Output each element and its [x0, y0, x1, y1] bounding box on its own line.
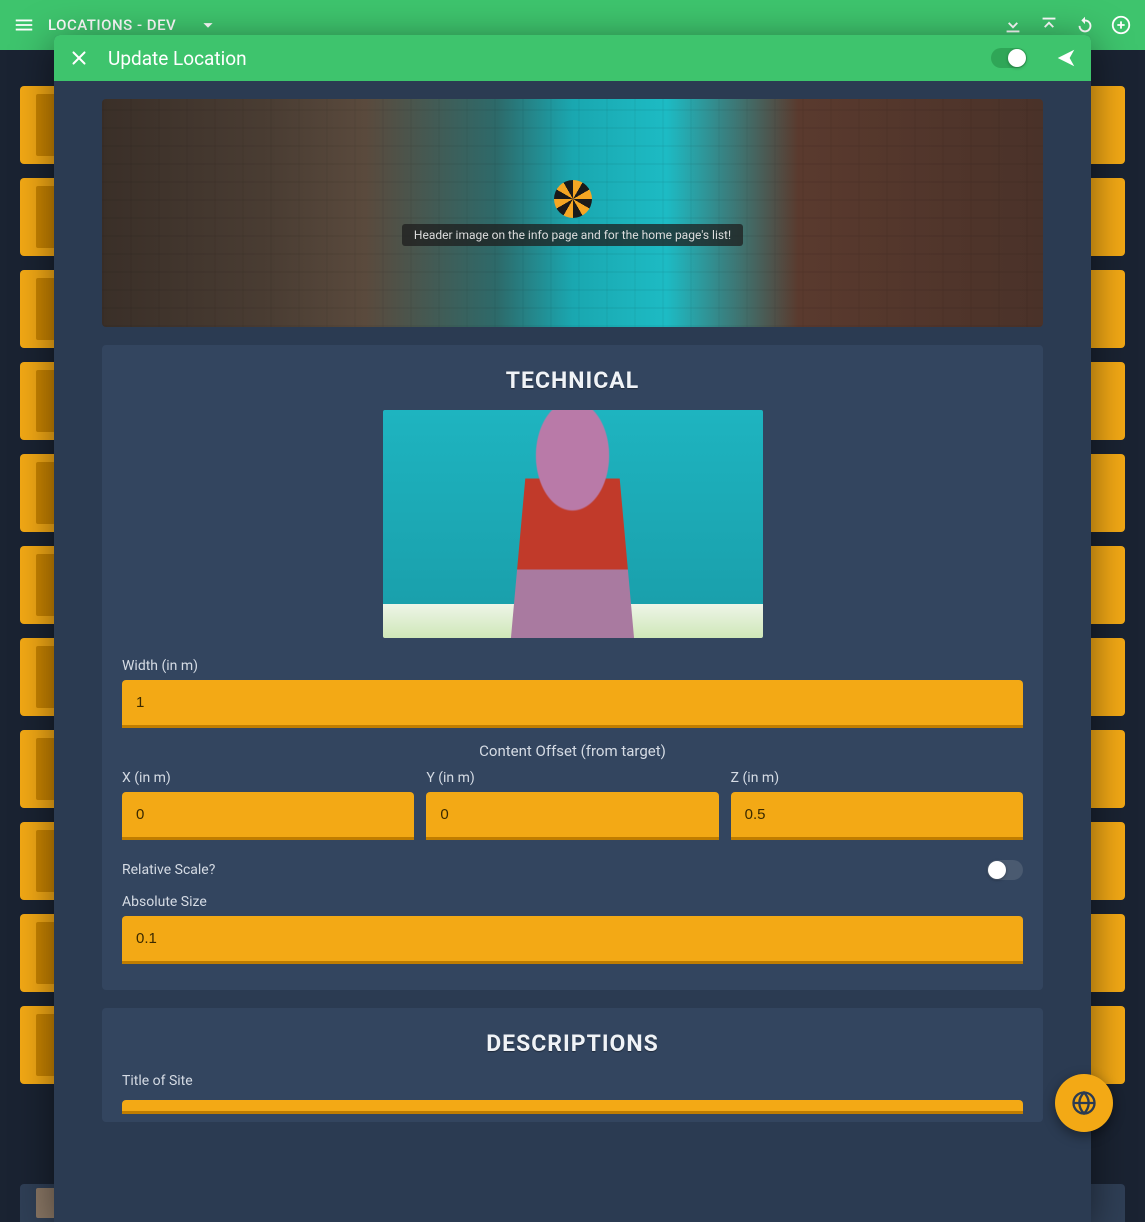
width-label: Width (in m) — [122, 658, 1023, 674]
x-label: X (in m) — [122, 770, 414, 786]
technical-card: TECHNICAL Width (in m) Content Offset (f… — [102, 345, 1043, 990]
close-icon[interactable] — [68, 47, 90, 69]
descriptions-card: DESCRIPTIONS Title of Site — [102, 1008, 1043, 1122]
x-input[interactable] — [122, 792, 414, 840]
absolute-size-input[interactable] — [122, 916, 1023, 964]
publish-toggle[interactable] — [991, 48, 1027, 68]
dialog-title: Update Location — [108, 47, 247, 70]
dropdown-icon[interactable] — [196, 13, 220, 37]
appbar-title: LOCATIONS - DEV — [48, 16, 176, 34]
upload-icon[interactable] — [1037, 13, 1061, 37]
z-input[interactable] — [731, 792, 1023, 840]
y-label: Y (in m) — [426, 770, 718, 786]
header-image-caption: Header image on the info page and for th… — [402, 224, 743, 246]
absolute-size-label: Absolute Size — [122, 894, 1023, 910]
update-location-dialog: Update Location Header image on the info… — [54, 35, 1091, 1222]
target-image[interactable] — [383, 410, 763, 638]
submit-icon[interactable] — [1055, 47, 1077, 69]
menu-icon[interactable] — [12, 13, 36, 37]
download-icon[interactable] — [1001, 13, 1025, 37]
descriptions-heading: DESCRIPTIONS — [122, 1030, 1023, 1057]
y-input[interactable] — [426, 792, 718, 840]
title-of-site-label: Title of Site — [122, 1073, 1023, 1089]
language-fab[interactable] — [1055, 1074, 1113, 1132]
technical-heading: TECHNICAL — [122, 367, 1023, 394]
refresh-icon[interactable] — [1073, 13, 1097, 37]
title-of-site-input[interactable] — [122, 1100, 1023, 1114]
z-label: Z (in m) — [731, 770, 1023, 786]
offset-heading: Content Offset (from target) — [122, 742, 1023, 760]
relative-scale-label: Relative Scale? — [122, 862, 215, 878]
globe-icon — [1070, 1089, 1098, 1117]
width-input[interactable] — [122, 680, 1023, 728]
add-icon[interactable] — [1109, 13, 1133, 37]
dialog-header: Update Location — [54, 35, 1091, 81]
camera-icon — [554, 180, 592, 218]
header-image-picker[interactable]: Header image on the info page and for th… — [102, 99, 1043, 327]
relative-scale-toggle[interactable] — [987, 860, 1023, 880]
